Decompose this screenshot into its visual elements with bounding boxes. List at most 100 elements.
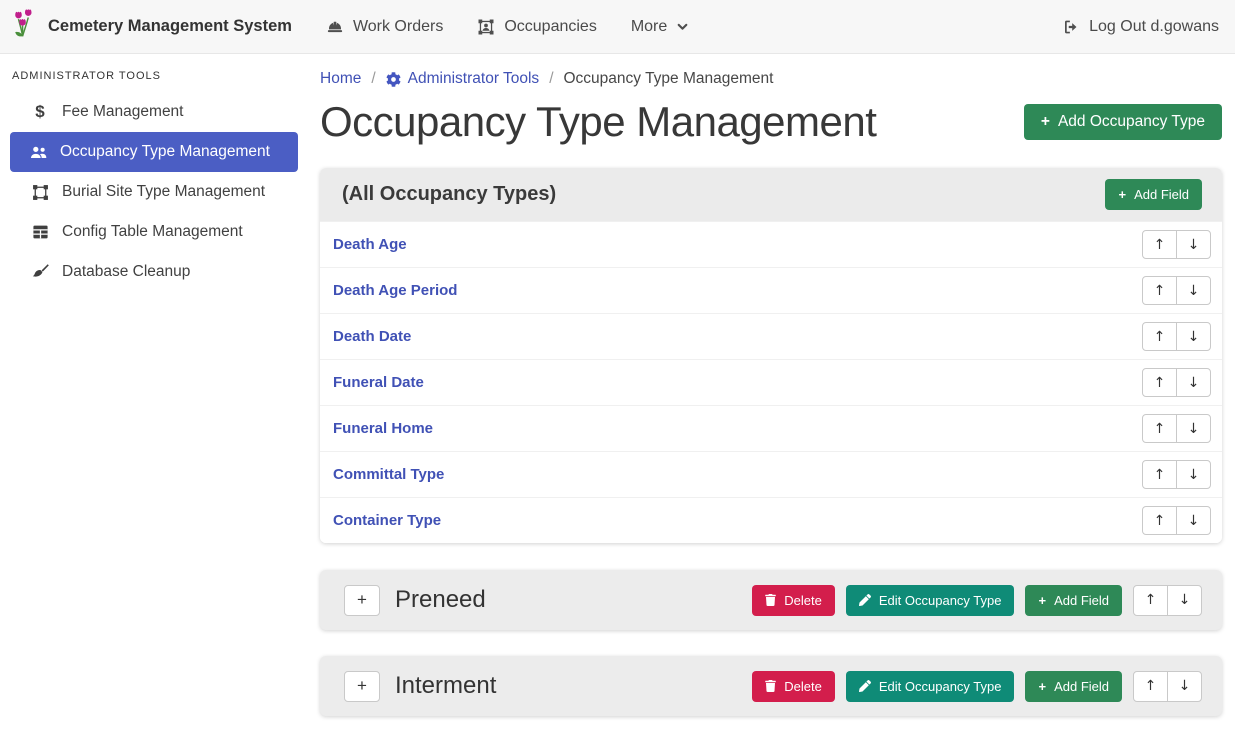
field-row-death-date: Death Date ↑ ↓	[320, 313, 1222, 359]
main-content: Home / Administrator Tools / Occupancy T…	[310, 54, 1235, 738]
section-actions: Delete Edit Occupancy Type + Add Field ↑…	[752, 671, 1202, 702]
move-down-button[interactable]: ↓	[1167, 585, 1202, 616]
field-link[interactable]: Death Age	[333, 236, 407, 253]
plus-icon: +	[1041, 113, 1050, 131]
field-link[interactable]: Committal Type	[333, 466, 444, 483]
pencil-icon	[859, 680, 871, 692]
card-title: (All Occupancy Types)	[342, 183, 556, 206]
move-up-button[interactable]: ↑	[1142, 460, 1177, 489]
reorder-group: ↑ ↓	[1142, 276, 1211, 305]
expand-button[interactable]: +	[344, 585, 380, 616]
breadcrumb-admin-tools-link[interactable]: Administrator Tools	[386, 70, 540, 88]
field-link[interactable]: Funeral Home	[333, 420, 433, 437]
sidebar-item-burial-site-type-management[interactable]: Burial Site Type Management	[12, 172, 298, 212]
move-down-button[interactable]: ↓	[1176, 414, 1211, 443]
trash-icon	[765, 594, 776, 606]
move-up-button[interactable]: ↑	[1133, 585, 1168, 616]
move-down-button[interactable]: ↓	[1176, 322, 1211, 351]
field-link[interactable]: Container Type	[333, 512, 441, 529]
edit-occupancy-type-button[interactable]: Edit Occupancy Type	[846, 671, 1015, 702]
broom-icon	[30, 263, 50, 281]
expand-button[interactable]: +	[344, 671, 380, 702]
occupancy-frame-icon	[477, 18, 495, 36]
edit-occupancy-type-button[interactable]: Edit Occupancy Type	[846, 585, 1015, 616]
plus-icon: +	[1038, 593, 1046, 608]
delete-button[interactable]: Delete	[752, 671, 835, 702]
logout-label: Log Out d.gowans	[1089, 18, 1219, 36]
move-down-button[interactable]: ↓	[1176, 230, 1211, 259]
sidebar-heading: ADMINISTRATOR TOOLS	[0, 62, 310, 92]
move-down-button[interactable]: ↓	[1176, 276, 1211, 305]
move-down-button[interactable]: ↓	[1176, 506, 1211, 535]
nav-item-label: More	[631, 18, 667, 36]
add-field-button[interactable]: + Add Field	[1025, 671, 1122, 702]
move-up-button[interactable]: ↑	[1142, 506, 1177, 535]
move-down-button[interactable]: ↓	[1167, 671, 1202, 702]
sidebar-item-label: Config Table Management	[62, 223, 243, 241]
field-row-container-type: Container Type ↑ ↓	[320, 497, 1222, 543]
field-row-death-age-period: Death Age Period ↑ ↓	[320, 267, 1222, 313]
app-brand[interactable]: Cemetery Management System	[12, 9, 292, 44]
brand-label: Cemetery Management System	[48, 17, 292, 36]
nav-item-occupancies[interactable]: Occupancies	[477, 18, 597, 36]
move-down-button[interactable]: ↓	[1176, 368, 1211, 397]
reorder-group: ↑ ↓	[1142, 414, 1211, 443]
pencil-icon	[859, 594, 871, 606]
move-up-button[interactable]: ↑	[1142, 322, 1177, 351]
field-link[interactable]: Death Date	[333, 328, 411, 345]
nav-item-work-orders[interactable]: Work Orders	[326, 18, 443, 36]
field-row-death-age: Death Age ↑ ↓	[320, 221, 1222, 267]
hard-hat-icon	[326, 18, 344, 36]
gear-icon	[386, 72, 401, 87]
breadcrumb-separator: /	[371, 70, 375, 88]
vector-square-icon	[30, 184, 50, 201]
breadcrumb-home-link[interactable]: Home	[320, 70, 361, 88]
section-name: Interment	[395, 672, 752, 700]
occupancy-section-preneed: + Preneed Delete Edit Occupancy Type +	[320, 570, 1222, 630]
trash-icon	[765, 680, 776, 692]
reorder-group: ↑ ↓	[1133, 671, 1202, 702]
all-occupancy-types-card: (All Occupancy Types) + Add Field Death …	[320, 168, 1222, 543]
logout-button[interactable]: Log Out d.gowans	[1062, 18, 1219, 36]
plus-icon: +	[1118, 187, 1126, 202]
sidebar-item-config-table-management[interactable]: Config Table Management	[12, 212, 298, 252]
table-icon	[30, 224, 50, 240]
add-field-button[interactable]: + Add Field	[1025, 585, 1122, 616]
field-row-committal-type: Committal Type ↑ ↓	[320, 451, 1222, 497]
move-up-button[interactable]: ↑	[1133, 671, 1168, 702]
delete-button[interactable]: Delete	[752, 585, 835, 616]
move-up-button[interactable]: ↑	[1142, 414, 1177, 443]
chevron-down-icon	[676, 20, 689, 33]
reorder-group: ↑ ↓	[1142, 368, 1211, 397]
section-name: Preneed	[395, 586, 752, 614]
move-down-button[interactable]: ↓	[1176, 460, 1211, 489]
field-row-funeral-home: Funeral Home ↑ ↓	[320, 405, 1222, 451]
field-link[interactable]: Death Age Period	[333, 282, 457, 299]
page-title: Occupancy Type Management	[320, 98, 876, 146]
move-up-button[interactable]: ↑	[1142, 230, 1177, 259]
add-field-button[interactable]: + Add Field	[1105, 179, 1202, 210]
top-navbar: Cemetery Management System Work Orders	[0, 0, 1235, 54]
breadcrumb-current: Occupancy Type Management	[564, 70, 774, 88]
field-link[interactable]: Funeral Date	[333, 374, 424, 391]
field-row-funeral-date: Funeral Date ↑ ↓	[320, 359, 1222, 405]
sidebar-item-label: Fee Management	[62, 103, 184, 121]
admin-tools-sidebar: ADMINISTRATOR TOOLS $ Fee Management Occ…	[0, 54, 310, 738]
sidebar-item-fee-management[interactable]: $ Fee Management	[12, 92, 298, 132]
sidebar-item-label: Database Cleanup	[62, 263, 190, 281]
nav-item-label: Occupancies	[504, 18, 597, 36]
nav-item-more[interactable]: More	[631, 18, 689, 36]
reorder-group: ↑ ↓	[1142, 322, 1211, 351]
sidebar-item-occupancy-type-management[interactable]: Occupancy Type Management	[10, 132, 298, 172]
move-up-button[interactable]: ↑	[1142, 276, 1177, 305]
sidebar-item-label: Occupancy Type Management	[60, 143, 270, 161]
move-up-button[interactable]: ↑	[1142, 368, 1177, 397]
reorder-group: ↑ ↓	[1142, 506, 1211, 535]
section-actions: Delete Edit Occupancy Type + Add Field ↑…	[752, 585, 1202, 616]
sign-out-icon	[1062, 18, 1080, 36]
add-occupancy-type-button[interactable]: + Add Occupancy Type	[1024, 104, 1222, 140]
breadcrumb-separator: /	[549, 70, 553, 88]
sidebar-item-database-cleanup[interactable]: Database Cleanup	[12, 252, 298, 292]
tulip-logo-icon	[12, 9, 38, 44]
breadcrumb: Home / Administrator Tools / Occupancy T…	[320, 70, 1222, 88]
